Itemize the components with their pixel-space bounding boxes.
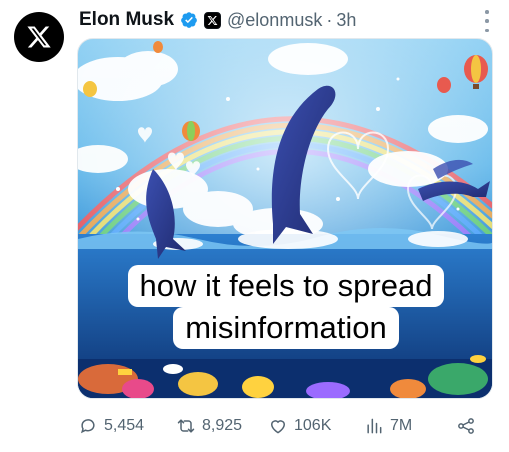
author-name[interactable]: Elon Musk xyxy=(79,9,174,31)
verified-badge-icon[interactable] xyxy=(180,11,198,29)
views-button[interactable]: 7M xyxy=(364,412,412,440)
avatar[interactable] xyxy=(14,12,64,62)
like-button[interactable]: 106K xyxy=(268,412,331,440)
caption-line-1: how it feels to spread xyxy=(127,265,445,307)
heart-icon xyxy=(270,420,286,434)
reply-count: 5,454 xyxy=(104,417,145,434)
meme-caption: how it feels to spread misinformation xyxy=(98,265,474,349)
tweet-header: Elon Musk @elonmusk · 3h xyxy=(79,8,356,32)
like-count: 106K xyxy=(294,417,332,434)
separator-dot: · xyxy=(326,9,333,30)
x-logo-icon xyxy=(27,26,51,48)
tweet-image[interactable]: how it feels to spread misinformation xyxy=(77,38,493,399)
more-options-icon[interactable] xyxy=(483,10,491,32)
repost-count: 8,925 xyxy=(202,417,243,434)
repost-icon xyxy=(177,419,195,433)
views-count: 7M xyxy=(390,417,413,434)
views-chart-icon xyxy=(367,418,382,434)
share-button[interactable] xyxy=(456,412,482,440)
share-icon xyxy=(458,418,474,434)
caption-line-2: misinformation xyxy=(173,307,399,349)
reply-icon xyxy=(80,419,95,434)
affiliation-x-logo-icon[interactable] xyxy=(204,11,222,29)
author-handle[interactable]: @elonmusk xyxy=(227,10,322,31)
reply-button[interactable]: 5,454 xyxy=(78,412,144,440)
repost-button[interactable]: 8,925 xyxy=(176,412,242,440)
tweet-actions: 5,454 8,925 106K 7M xyxy=(78,412,490,440)
tweet-timestamp[interactable]: 3h xyxy=(336,10,356,31)
